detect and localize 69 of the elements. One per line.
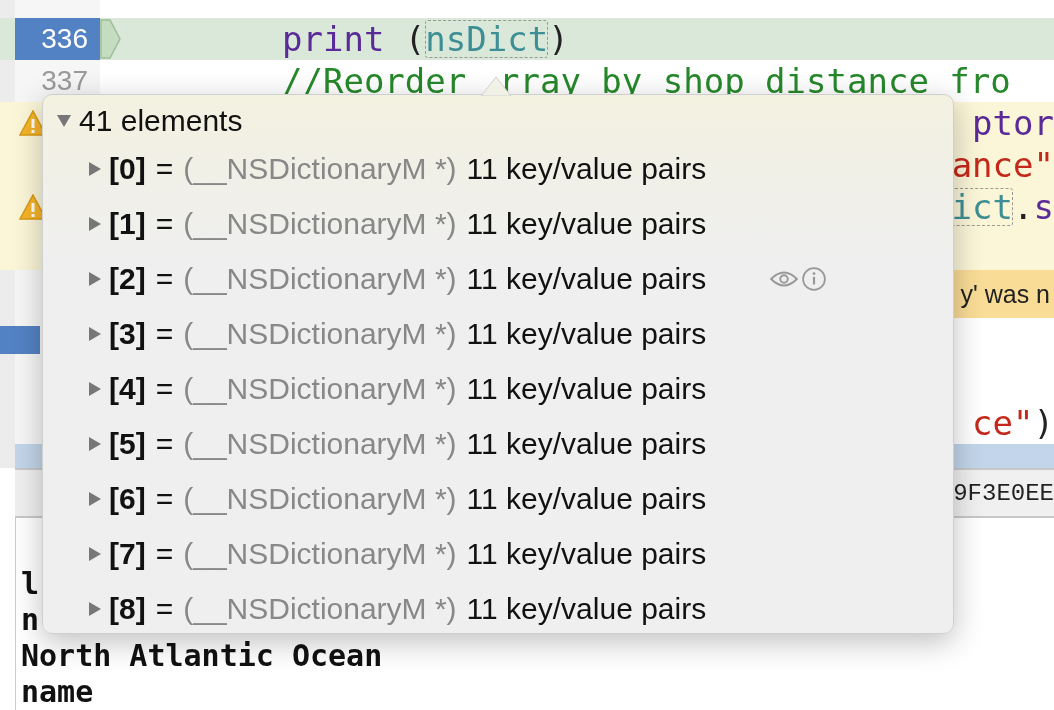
- disclosure-triangle-icon[interactable]: [89, 161, 101, 176]
- equals-sign: =: [155, 536, 174, 571]
- element-value: 11 key/value pairs: [466, 371, 707, 406]
- equals-sign: =: [155, 151, 174, 186]
- element-type: (__NSDictionaryM *): [183, 206, 457, 241]
- element-index[interactable]: [5]: [109, 426, 146, 461]
- element-index[interactable]: [2]: [109, 261, 146, 296]
- line-number: 337: [40, 64, 89, 98]
- element-value: 11 key/value pairs: [466, 481, 707, 516]
- equals-sign: =: [155, 426, 174, 461]
- equals-sign: =: [155, 206, 174, 241]
- disclosure-triangle-icon[interactable]: [89, 491, 101, 506]
- code-token: ict: [951, 188, 1014, 226]
- disclosure-triangle-icon[interactable]: [89, 216, 101, 231]
- equals-sign: =: [155, 316, 174, 351]
- element-type: (__NSDictionaryM *): [183, 536, 457, 571]
- code-token: .: [1013, 188, 1034, 226]
- line-number: 336: [15, 18, 100, 60]
- memory-address: 9F3E0EE: [953, 479, 1054, 507]
- code-token: nsDict: [425, 20, 549, 58]
- element-type: (__NSDictionaryM *): [183, 261, 457, 296]
- element-value: 11 key/value pairs: [466, 536, 707, 571]
- console-line: l: [21, 566, 40, 601]
- disclosure-triangle-icon[interactable]: [89, 381, 101, 396]
- disclosure-triangle-icon[interactable]: [89, 271, 101, 286]
- element-index[interactable]: [3]: [109, 316, 146, 351]
- element-count: 41 elements: [79, 104, 243, 138]
- code-token: (: [403, 20, 426, 58]
- info-icon[interactable]: [802, 266, 827, 291]
- element-value: 11 key/value pairs: [466, 151, 707, 186]
- element-index[interactable]: [4]: [109, 371, 146, 406]
- issue-message: y' was n: [952, 270, 1054, 318]
- element-value: 11 key/value pairs: [466, 591, 707, 626]
- element-index[interactable]: [0]: [109, 151, 146, 186]
- code-token: print: [282, 20, 385, 58]
- equals-sign: =: [155, 481, 174, 516]
- element-type: (__NSDictionaryM *): [183, 151, 457, 186]
- disclosure-triangle-icon[interactable]: [89, 546, 101, 561]
- code-token: //Reorder: [282, 62, 467, 100]
- disclosure-triangle-icon[interactable]: [57, 115, 71, 127]
- equals-sign: =: [155, 371, 174, 406]
- element-type: (__NSDictionaryM *): [183, 591, 457, 626]
- element-index[interactable]: [6]: [109, 481, 146, 516]
- disclosure-triangle-icon[interactable]: [89, 326, 101, 341]
- element-type: (__NSDictionaryM *): [183, 316, 457, 351]
- element-value: 11 key/value pairs: [466, 206, 707, 241]
- code-token: s: [1033, 188, 1054, 226]
- element-value: 11 key/value pairs: [466, 261, 707, 296]
- element-value: 11 key/value pairs: [466, 426, 707, 461]
- element-index[interactable]: [8]: [109, 591, 146, 626]
- equals-sign: =: [155, 261, 174, 296]
- code-token: ): [1033, 404, 1054, 442]
- code-token: ce": [972, 404, 1034, 442]
- disclosure-triangle-icon[interactable]: [89, 436, 101, 451]
- code-token: ptor: [972, 104, 1054, 142]
- console-line: n: [21, 602, 40, 637]
- element-value: 11 key/value pairs: [466, 316, 707, 351]
- equals-sign: =: [155, 591, 174, 626]
- disclosure-triangle-icon[interactable]: [89, 601, 101, 616]
- breakpoint-marker[interactable]: [0, 326, 40, 354]
- code-token: ance": [951, 146, 1054, 184]
- element-type: (__NSDictionaryM *): [183, 481, 457, 516]
- element-index[interactable]: [7]: [109, 536, 146, 571]
- console-line: name: [21, 674, 94, 709]
- code-token: ): [548, 20, 569, 58]
- element-type: (__NSDictionaryM *): [183, 426, 457, 461]
- element-index[interactable]: [1]: [109, 206, 146, 241]
- console-line: North Atlantic Ocean: [21, 638, 383, 673]
- element-type: (__NSDictionaryM *): [183, 371, 457, 406]
